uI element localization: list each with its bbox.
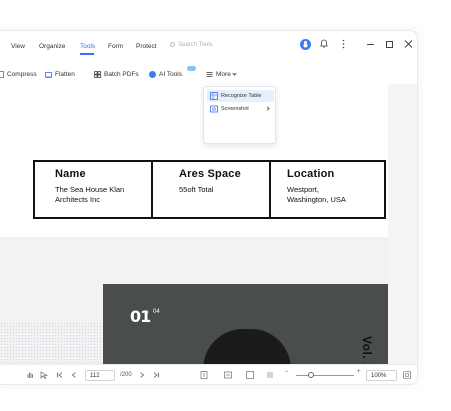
batch-pdfs-label: Batch PDFs — [104, 71, 139, 78]
chevron-down-icon — [232, 71, 237, 76]
fit-width-icon[interactable] — [224, 371, 232, 379]
minimize-button[interactable] — [367, 44, 374, 45]
photo-separator: / — [147, 311, 149, 317]
ai-new-badge — [187, 66, 196, 71]
table-cell-space: Ares Space 55oft Total — [151, 160, 271, 219]
ai-tools-button[interactable]: AI Tools — [149, 71, 182, 78]
page-layout-icon[interactable] — [246, 371, 254, 379]
table-header: Ares Space — [179, 168, 241, 180]
status-bar: 112 /200 − + 100% — [0, 364, 417, 384]
menu-organize[interactable]: Organize — [39, 43, 65, 50]
menu-protect[interactable]: Protect — [136, 43, 157, 50]
more-dropdown-menu: Recognize Table Screenshot — [203, 86, 276, 144]
ai-tools-icon — [149, 71, 156, 78]
zoom-level-value: 100% — [371, 373, 387, 379]
compress-icon — [0, 71, 4, 78]
search-icon — [170, 42, 175, 47]
table-scan-icon — [210, 92, 218, 100]
select-tool-icon[interactable] — [40, 371, 48, 379]
app-window: View Organize Tools Form Protect Search … — [0, 30, 418, 385]
menu-form[interactable]: Form — [108, 43, 123, 50]
more-options-icon[interactable] — [342, 39, 345, 49]
hand-tool-icon[interactable] — [26, 371, 34, 379]
menu-bar: View Organize Tools Form Protect Search … — [0, 31, 417, 59]
recognize-table-label: Recognize Table — [221, 93, 262, 99]
flatten-label: Flatten — [55, 71, 75, 78]
screenshot-icon — [210, 105, 218, 113]
menu-lines-icon — [206, 72, 213, 77]
info-table: Name The Sea House Klan Architects Inc A… — [33, 160, 386, 219]
flatten-icon — [45, 72, 52, 78]
table-header: Location — [287, 168, 335, 180]
pdf-page: Name The Sea House Klan Architects Inc A… — [0, 84, 388, 384]
menu-item-recognize-table[interactable]: Recognize Table — [207, 90, 274, 102]
search-tools-placeholder: Search Tools — [178, 42, 213, 48]
compress-label: Compress — [7, 71, 37, 78]
search-tools-field[interactable]: Search Tools — [170, 42, 213, 48]
chevron-right-icon — [265, 106, 270, 111]
compress-button[interactable]: Compress — [0, 71, 37, 78]
next-page-icon[interactable] — [138, 371, 146, 379]
photo-total: 04 — [153, 309, 160, 315]
table-value: 55oft Total — [179, 185, 214, 194]
flatten-button[interactable]: Flatten — [45, 71, 75, 78]
view-mode-icon[interactable] — [266, 371, 274, 379]
bell-icon[interactable] — [320, 39, 328, 48]
page-number-value: 112 — [90, 373, 100, 379]
fit-height-icon[interactable] — [200, 371, 208, 379]
active-tab-indicator — [80, 53, 94, 55]
page-number-input[interactable]: 112 — [85, 370, 115, 381]
menu-item-screenshot[interactable]: Screenshot — [207, 103, 274, 115]
zoom-slider[interactable] — [296, 375, 354, 376]
zoom-slider-handle[interactable] — [308, 372, 314, 378]
menu-tools[interactable]: Tools — [80, 43, 95, 50]
user-avatar[interactable] — [300, 39, 311, 50]
tools-toolbar: Compress Flatten Batch PDFs AI Tools Mor… — [0, 66, 417, 84]
table-value: Washington, USA — [287, 195, 346, 204]
more-button[interactable]: More — [206, 71, 237, 78]
previous-page-icon[interactable] — [70, 371, 78, 379]
ai-tools-label: AI Tools — [159, 71, 183, 78]
menu-view[interactable]: View — [11, 43, 25, 50]
first-page-icon[interactable] — [56, 371, 64, 379]
batch-pdfs-icon — [94, 71, 101, 78]
table-cell-location: Location Westport, Washington, USA — [269, 160, 386, 219]
close-button[interactable] — [404, 39, 413, 49]
batch-pdfs-button[interactable]: Batch PDFs — [94, 71, 139, 78]
last-page-icon[interactable] — [152, 371, 160, 379]
table-value: The Sea House Klan — [55, 185, 125, 194]
zoom-level-select[interactable]: 100% — [366, 370, 397, 381]
table-cell-name: Name The Sea House Klan Architects Inc — [33, 160, 153, 219]
table-value: Architects Inc — [55, 195, 101, 204]
zoom-out-button[interactable]: − — [285, 369, 289, 375]
zoom-in-button[interactable]: + — [357, 369, 361, 375]
maximize-button[interactable] — [386, 41, 393, 48]
table-header: Name — [55, 168, 86, 180]
total-pages: /200 — [120, 372, 132, 378]
more-label: More — [216, 71, 231, 78]
fullscreen-icon[interactable] — [403, 371, 411, 379]
table-value: Westport, — [287, 185, 319, 194]
screenshot-label: Screenshot — [221, 106, 249, 112]
